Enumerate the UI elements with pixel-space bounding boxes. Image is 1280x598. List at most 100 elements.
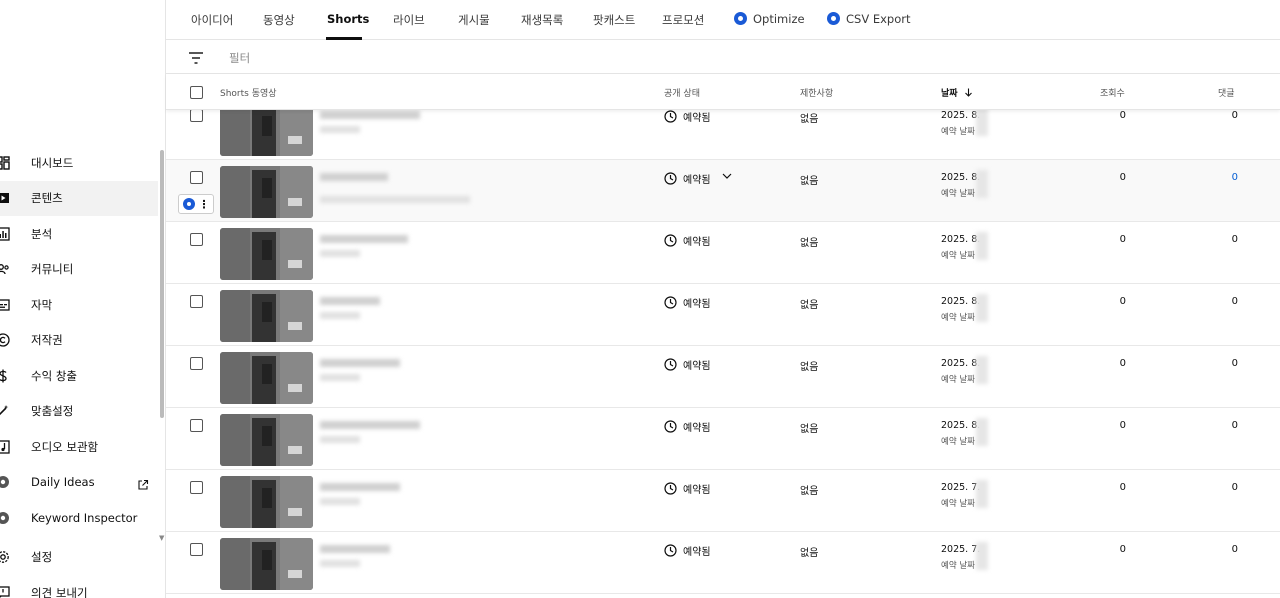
tab-promotions[interactable]: 프로모션 [662, 12, 704, 28]
dashboard-icon [0, 154, 12, 172]
row-extension-menu[interactable]: ⋮ [178, 194, 214, 214]
sidebar-item-customization[interactable]: 맞춤설정 [0, 394, 158, 430]
date-redacted [976, 108, 988, 136]
row-checkbox[interactable] [190, 481, 203, 494]
views-count: 0 [1119, 544, 1126, 555]
table-row[interactable]: 예약됨 없음 2025. 8. 예약 날짜 0 0 [166, 346, 1280, 408]
video-description-redacted [320, 436, 360, 443]
filter-input[interactable]: 필터 [229, 50, 250, 66]
video-title-redacted[interactable] [320, 359, 400, 367]
visibility-status[interactable]: 예약됨 [664, 543, 711, 558]
video-thumbnail[interactable] [220, 414, 313, 466]
video-thumbnail[interactable] [220, 228, 313, 280]
table-row[interactable]: 예약됨 없음 2025. 8. 예약 날짜 0 0 [166, 408, 1280, 470]
column-header-video: Shorts 동영상 [220, 89, 277, 99]
date-value: 2025. 8. [941, 110, 981, 121]
video-thumbnail[interactable] [220, 166, 313, 218]
visibility-label: 예약됨 [683, 423, 711, 434]
video-thumbnail[interactable] [220, 476, 313, 528]
sidebar-item-audio-library[interactable]: 오디오 보관함 [0, 429, 158, 465]
sidebar-item-keyword-inspector[interactable]: Keyword Inspector [0, 500, 158, 536]
clock-icon [664, 296, 677, 309]
visibility-label: 예약됨 [683, 361, 711, 372]
sidebar-item-content[interactable]: 콘텐츠 [0, 180, 158, 216]
date-value: 2025. 7. [941, 544, 981, 555]
studio-app: 대시보드 콘텐츠 분석 커뮤니티 자막 저작권 수익 창출 맞춤설정 오디오 보… [0, 0, 1280, 598]
tab-optimize[interactable]: Optimize [734, 12, 805, 26]
tab-shorts[interactable]: Shorts [327, 12, 369, 26]
visibility-status[interactable]: 예약됨 [664, 419, 711, 434]
video-title-redacted[interactable] [320, 483, 400, 491]
tab-podcasts[interactable]: 팟캐스트 [593, 12, 635, 28]
visibility-status[interactable]: 예약됨 [664, 481, 711, 496]
column-header-restrictions[interactable]: 제한사항 [800, 86, 833, 99]
video-title-redacted[interactable] [320, 421, 420, 429]
table-row[interactable]: ⋮ 예약됨 없음 2025. 8. 예약 날짜 0 0 [166, 160, 1280, 222]
sidebar-item-copyright[interactable]: 저작권 [0, 323, 158, 359]
visibility-status[interactable]: 예약됨 [664, 295, 711, 310]
video-title-redacted[interactable] [320, 173, 388, 181]
filter-icon[interactable] [188, 50, 204, 64]
visibility-label: 예약됨 [683, 485, 711, 496]
row-checkbox[interactable] [190, 295, 203, 308]
sidebar-item-label: 대시보드 [31, 155, 74, 170]
tab-videos[interactable]: 동영상 [263, 12, 295, 28]
table-row[interactable]: 예약됨 없음 2025. 7. 예약 날짜 0 0 [166, 470, 1280, 532]
comments-count[interactable]: 0 [1228, 172, 1238, 183]
sidebar-item-community[interactable]: 커뮤니티 [0, 252, 158, 288]
date-value: 2025. 8. [941, 358, 981, 369]
column-header-date[interactable]: 날짜 [941, 86, 973, 99]
column-header-views[interactable]: 조회수 [1100, 86, 1125, 99]
sidebar-item-feedback[interactable]: 의견 보내기 [0, 575, 158, 598]
row-checkbox[interactable] [190, 543, 203, 556]
scroll-down-arrow-icon[interactable]: ▼ [159, 534, 164, 542]
video-title-redacted[interactable] [320, 545, 390, 553]
visibility-status[interactable]: 예약됨 [664, 357, 711, 372]
table-row[interactable]: 예약됨 없음 2025. 7. 예약 날짜 0 0 [166, 532, 1280, 594]
date-redacted [976, 232, 988, 260]
select-all-checkbox[interactable] [190, 86, 203, 99]
sidebar-scrollbar[interactable] [160, 150, 164, 418]
video-title-redacted[interactable] [320, 235, 408, 243]
visibility-label: 예약됨 [683, 299, 711, 310]
sidebar-item-subtitles[interactable]: 자막 [0, 287, 158, 323]
video-title-redacted[interactable] [320, 111, 420, 119]
video-thumbnail[interactable] [220, 538, 313, 590]
sidebar-item-analytics[interactable]: 분석 [0, 216, 158, 252]
sidebar-item-dashboard[interactable]: 대시보드 [0, 145, 158, 181]
date-value: 2025. 8. [941, 296, 981, 307]
column-header-comments[interactable]: 댓글 [1218, 86, 1235, 99]
tab-live[interactable]: 라이브 [393, 12, 425, 28]
tab-csv-export[interactable]: CSV Export [827, 12, 911, 26]
sidebar-item-label: 커뮤니티 [31, 262, 74, 277]
video-thumbnail[interactable] [220, 290, 313, 342]
more-options-icon[interactable]: ⋮ [199, 199, 210, 210]
column-header-visibility[interactable]: 공개 상태 [664, 86, 700, 99]
tab-posts[interactable]: 게시물 [458, 12, 490, 28]
video-thumbnail[interactable] [220, 104, 313, 156]
row-checkbox[interactable] [190, 109, 203, 122]
sidebar-item-monetization[interactable]: 수익 창출 [0, 358, 158, 394]
video-description-redacted [320, 560, 360, 567]
tab-playlists[interactable]: 재생목록 [521, 12, 563, 28]
row-checkbox[interactable] [190, 419, 203, 432]
video-title-redacted[interactable] [320, 297, 380, 305]
table-row[interactable]: 예약됨 없음 2025. 8. 예약 날짜 0 0 [166, 284, 1280, 346]
row-checkbox[interactable] [190, 357, 203, 370]
restriction-value: 없음 [800, 548, 819, 559]
sidebar-item-daily-ideas[interactable]: Daily Ideas [0, 465, 158, 501]
filter-bar[interactable]: 필터 [166, 40, 1280, 74]
tab-ideas[interactable]: 아이디어 [191, 12, 233, 28]
sidebar-item-settings[interactable]: 설정 [0, 540, 158, 576]
row-checkbox[interactable] [190, 171, 203, 184]
video-thumbnail[interactable] [220, 352, 313, 404]
row-checkbox[interactable] [190, 233, 203, 246]
extension-logo-icon[interactable] [182, 198, 195, 210]
table-row[interactable]: 예약됨 없음 2025. 8. 예약 날짜 0 0 [166, 222, 1280, 284]
video-description-redacted [320, 312, 360, 319]
visibility-status[interactable]: 예약됨 [664, 109, 711, 124]
visibility-status[interactable]: 예약됨 [664, 171, 711, 186]
chevron-down-icon[interactable] [722, 172, 732, 180]
visibility-status[interactable]: 예약됨 [664, 233, 711, 248]
views-count: 0 [1119, 234, 1126, 245]
